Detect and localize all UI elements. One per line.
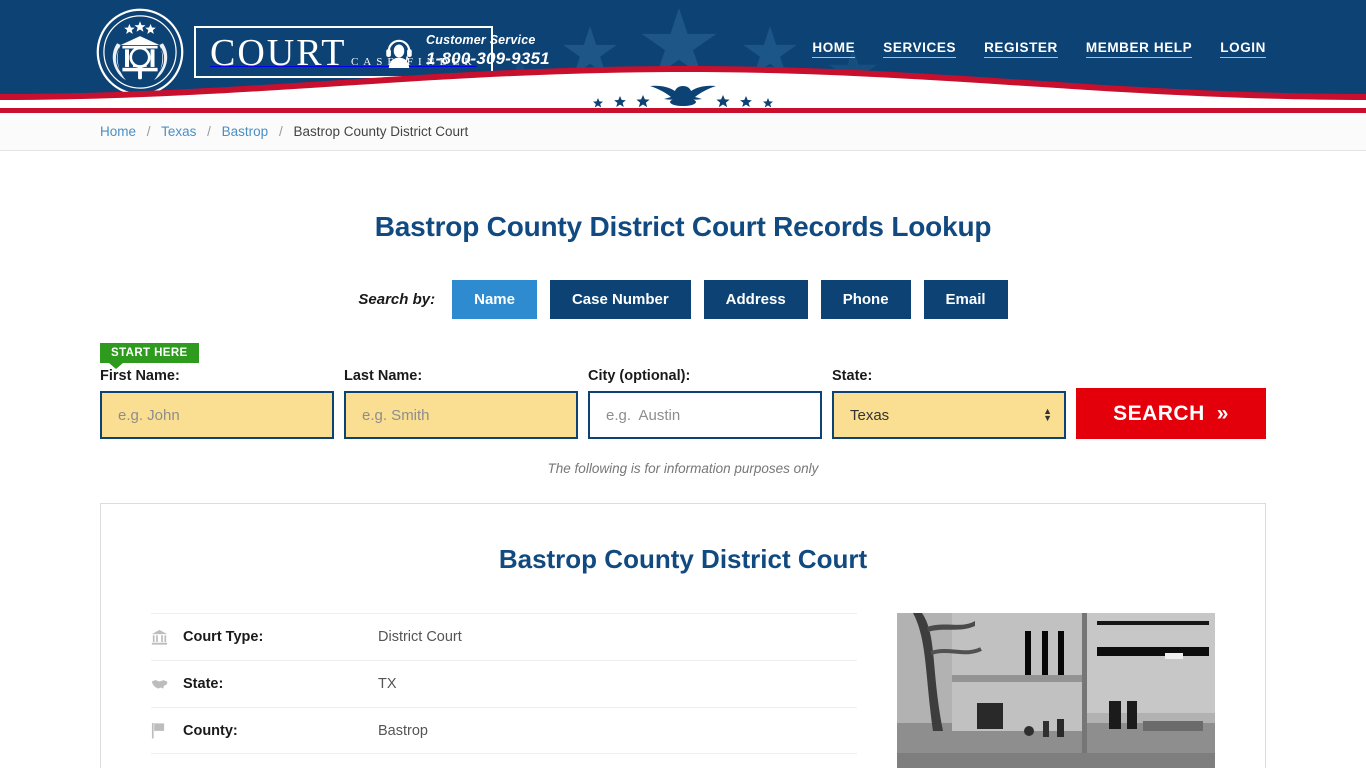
breadcrumb-bar: Home / Texas / Bastrop / Bastrop County … (0, 113, 1366, 151)
double-chevron-right-icon: » (1216, 401, 1229, 425)
state-field-group: State: Texas ▲ ▼ (832, 368, 1066, 440)
courthouse-icon (151, 629, 183, 646)
start-here-row: START HERE (100, 343, 1266, 370)
patriotic-banner-decoration (0, 66, 1366, 108)
court-search-form: First Name: Last Name: City (optional): … (100, 368, 1266, 440)
tab-address[interactable]: Address (703, 280, 808, 320)
state-label: State: (832, 368, 873, 385)
county-label: County: (183, 722, 238, 739)
court-name-title: Bastrop County District Court (498, 544, 868, 575)
state-select-wrapper: Texas ▲ ▼ (832, 391, 1066, 440)
first-name-input[interactable] (100, 391, 334, 440)
courthouse-photo (896, 613, 1215, 768)
court-type-label: Court Type: (183, 629, 264, 646)
breadcrumb-item-home[interactable]: Home (100, 124, 136, 139)
last-name-field-group: Last Name: (344, 368, 578, 440)
nav-item-services[interactable]: SERVICES (883, 40, 957, 58)
first-name-field-group: First Name: (100, 368, 334, 440)
main-content: Bastrop County District Court Records Lo… (0, 211, 1366, 768)
nav-item-login[interactable]: LOGIN (1220, 40, 1266, 58)
search-button-label: SEARCH (1113, 401, 1205, 425)
customer-service-label: Customer Service (426, 33, 536, 47)
state-select[interactable]: Texas (832, 391, 1066, 440)
page-title: Bastrop County District Court Records Lo… (374, 211, 992, 242)
city-input[interactable] (588, 391, 822, 440)
nav-item-home[interactable]: HOME (812, 40, 856, 58)
last-name-label: Last Name: (344, 368, 423, 385)
breadcrumb-item-current: Bastrop County District Court (293, 124, 469, 139)
last-name-input[interactable] (344, 391, 578, 440)
flag-icon (151, 722, 183, 739)
tab-email[interactable]: Email (923, 280, 1008, 320)
breadcrumb-separator: / (207, 124, 211, 139)
state-detail-value: TX (378, 676, 397, 693)
tab-phone[interactable]: Phone (820, 280, 911, 320)
nav-item-register[interactable]: REGISTER (984, 40, 1058, 58)
breadcrumb-separator: / (146, 124, 151, 139)
breadcrumb-separator: / (278, 124, 283, 139)
city-field-group: City (optional): (588, 368, 822, 440)
breadcrumb-item-texas[interactable]: Texas (161, 124, 196, 139)
court-details-table: Court Type: District Court State: TX Cou… (151, 613, 857, 768)
court-type-value: District Court (378, 629, 462, 646)
tab-case-number[interactable]: Case Number (549, 280, 691, 320)
start-here-badge: START HERE (100, 343, 199, 370)
state-detail-label: State: (183, 676, 224, 693)
search-button[interactable]: SEARCH » (1076, 388, 1266, 440)
search-type-tabs: Search by: Name Case Number Address Phon… (100, 280, 1266, 320)
search-by-label: Search by: (358, 291, 436, 309)
city-label: City (optional): (588, 368, 691, 385)
main-navigation[interactable]: HOME SERVICES REGISTER MEMBER HELP LOGIN (812, 40, 1266, 58)
tab-name[interactable]: Name (452, 280, 537, 320)
table-row: State: TX (151, 660, 857, 707)
first-name-label: First Name: (100, 368, 180, 385)
site-header: COURT CASE FINDER Customer Service 1-800… (0, 0, 1366, 108)
breadcrumb-item-bastrop[interactable]: Bastrop (222, 124, 269, 139)
nav-item-member-help[interactable]: MEMBER HELP (1085, 40, 1193, 58)
county-value: Bastrop (378, 722, 428, 739)
breadcrumb: Home / Texas / Bastrop / Bastrop County … (100, 124, 468, 139)
court-details-card: Bastrop County District Court Court Type… (100, 503, 1266, 768)
court-card-body: Court Type: District Court State: TX Cou… (151, 613, 1215, 768)
us-map-icon (151, 678, 183, 691)
table-row: Court Type: District Court (151, 613, 857, 660)
information-purposes-note: The following is for information purpose… (547, 461, 819, 477)
table-row: County: Bastrop (151, 707, 857, 755)
